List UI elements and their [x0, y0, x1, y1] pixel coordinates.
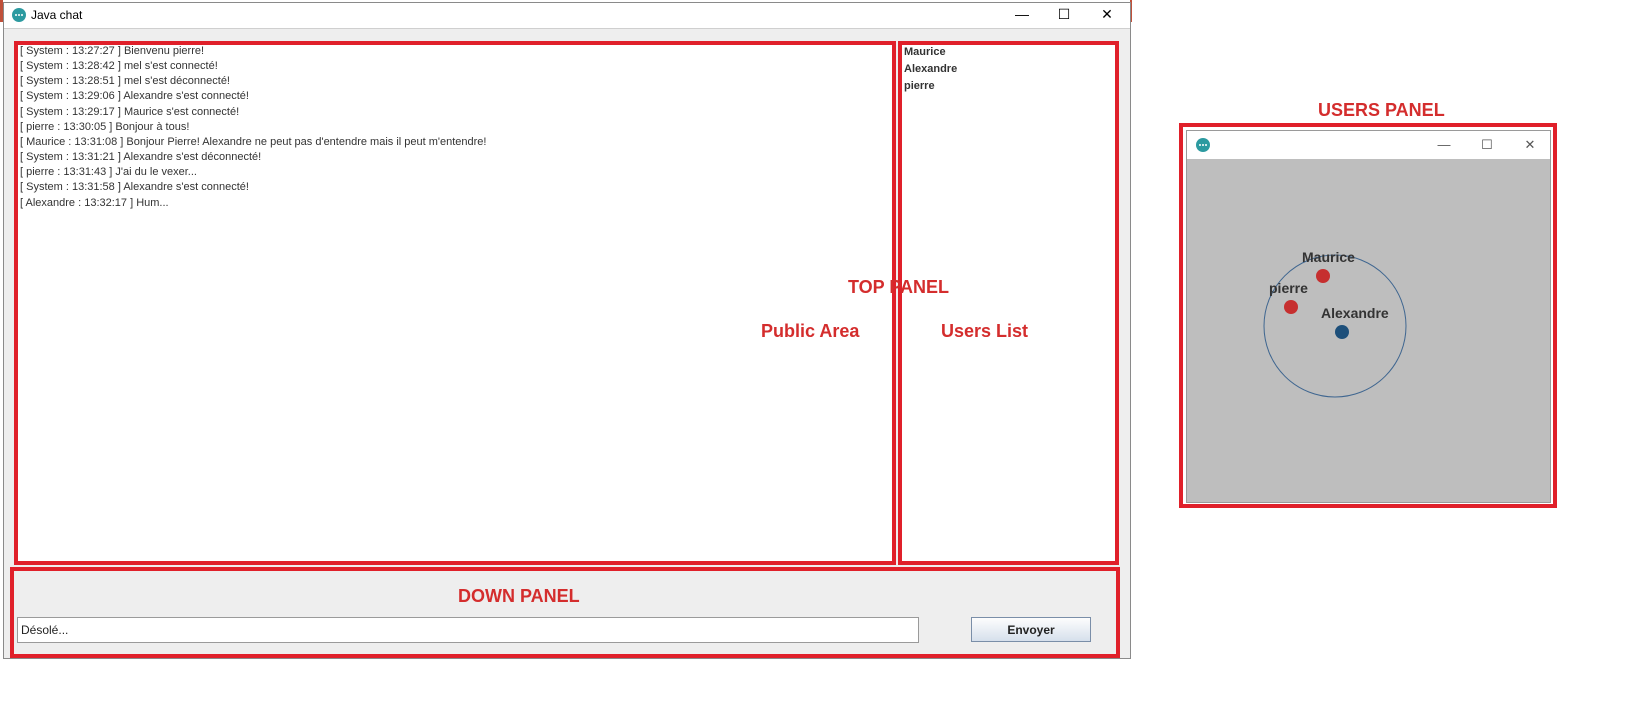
- window-title: Java chat: [31, 8, 83, 22]
- user-label-alexandre: Alexandre: [1321, 305, 1389, 321]
- user-list-item[interactable]: Maurice: [904, 46, 946, 58]
- send-button[interactable]: Envoyer: [971, 617, 1091, 642]
- users-panel-minimize-button[interactable]: —: [1432, 136, 1456, 154]
- user-label-maurice: Maurice: [1302, 249, 1355, 265]
- annotation-top-panel: TOP PANEL: [848, 277, 950, 297]
- chat-message: [ Alexandre : 13:32:17 ] Hum...: [20, 197, 169, 209]
- chat-message: [ System : 13:31:21 ] Alexandre s'est dé…: [20, 151, 262, 163]
- annotation-users-list: Users List: [941, 321, 1029, 341]
- chat-message: [ System : 13:31:58 ] Alexandre s'est co…: [20, 181, 249, 193]
- chat-app-icon: [12, 8, 26, 22]
- user-dot-pierre[interactable]: [1284, 300, 1298, 314]
- users-list[interactable]: Maurice Alexandre pierre: [898, 41, 1119, 565]
- chat-message: [ System : 13:29:06 ] Alexandre s'est co…: [20, 90, 249, 102]
- chat-message: [ System : 13:27:27 ] Bienvenu pierre!: [20, 45, 205, 57]
- down-panel: [10, 567, 1120, 658]
- chat-message: [ pierre : 13:31:43 ] J'ai du le vexer..…: [20, 166, 197, 178]
- public-chat-area[interactable]: [ System : 13:27:27 ] Bienvenu pierre! […: [14, 41, 896, 565]
- chat-message: [ Maurice : 13:31:08 ] Bonjour Pierre! A…: [20, 136, 487, 148]
- close-button[interactable]: ✕: [1092, 4, 1122, 24]
- user-label-pierre: pierre: [1269, 280, 1308, 296]
- maximize-button[interactable]: ☐: [1049, 4, 1079, 24]
- annotation-users-panel: USERS PANEL: [1318, 100, 1445, 120]
- chat-message: [ System : 13:29:17 ] Maurice s'est conn…: [20, 106, 240, 118]
- user-list-item[interactable]: pierre: [904, 80, 935, 92]
- user-dot-maurice[interactable]: [1316, 269, 1330, 283]
- users-map: Maurice pierre Alexandre: [1263, 249, 1407, 398]
- users-panel-close-button[interactable]: ✕: [1518, 136, 1542, 154]
- hearing-range-circle: [1263, 254, 1407, 398]
- user-dot-alexandre[interactable]: [1335, 325, 1349, 339]
- message-input[interactable]: [17, 617, 919, 643]
- title-bar[interactable]: [4, 3, 1130, 27]
- annotation-public-area: Public Area: [761, 321, 860, 341]
- minimize-button[interactable]: —: [1007, 4, 1037, 24]
- chat-app-icon: [1196, 138, 1210, 152]
- users-panel-maximize-button[interactable]: ☐: [1475, 136, 1499, 154]
- chat-message: [ System : 13:28:51 ] mel s'est déconnec…: [20, 75, 230, 87]
- annotation-down-panel: DOWN PANEL: [458, 586, 580, 606]
- user-list-item[interactable]: Alexandre: [904, 63, 957, 75]
- chat-message: [ pierre : 13:30:05 ] Bonjour à tous!: [20, 121, 190, 133]
- chat-message: [ System : 13:28:42 ] mel s'est connecté…: [20, 60, 218, 72]
